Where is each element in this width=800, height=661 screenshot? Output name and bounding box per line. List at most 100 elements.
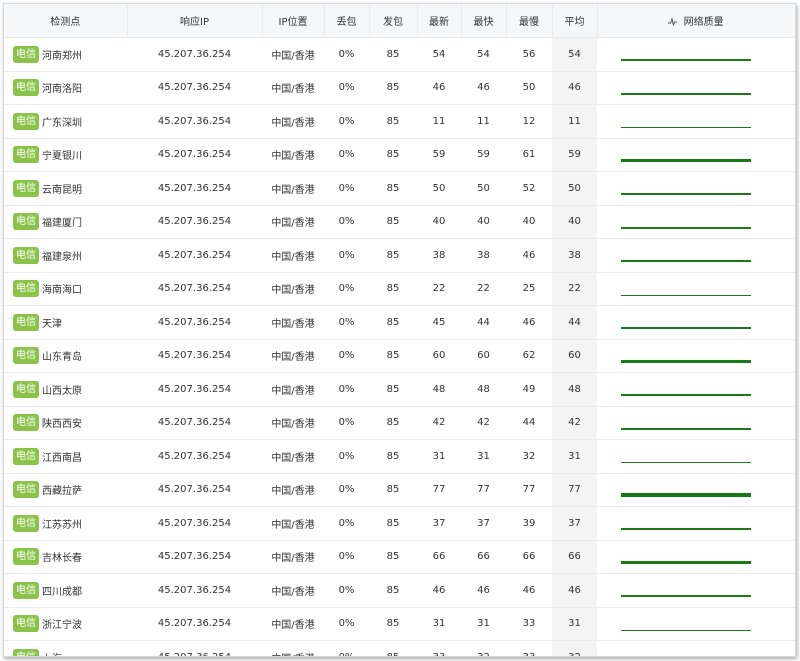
header-node[interactable]: 检测点 (4, 4, 128, 38)
node-cell: 电信 福建厦门 (4, 205, 127, 239)
node-cell: 电信 广东深圳 (4, 104, 127, 139)
header-ip-location[interactable]: IP位置 (262, 4, 325, 38)
location-name: 上海 (42, 654, 62, 656)
quality-sparkline (621, 560, 751, 564)
sent-cell: 85 (369, 439, 417, 474)
isp-badge: 电信 (13, 414, 39, 432)
average-cell: 66 (552, 540, 597, 574)
ip-cell: 45.207.36.254 (127, 372, 262, 407)
ip-location-cell: 中国/香港 (262, 439, 324, 474)
slowest-cell: 52 (506, 171, 552, 206)
quality-sparkline (621, 595, 751, 598)
table-row: 电信 四川成都 45.207.36.254 中国/香港 0% 85 46 46 46 46 (4, 573, 795, 608)
isp-badge: 电信 (13, 581, 39, 599)
slowest-cell: 33 (506, 640, 552, 656)
slowest-cell: 49 (506, 372, 552, 407)
ip-cell: 45.207.36.254 (127, 540, 262, 574)
fastest-cell: 11 (461, 104, 506, 139)
location-name: 广东深圳 (42, 117, 82, 129)
sent-cell: 85 (369, 238, 417, 273)
fastest-cell: 31 (461, 607, 506, 641)
quality-cell (597, 272, 795, 306)
latest-cell: 31 (417, 439, 461, 474)
isp-badge: 电信 (13, 447, 39, 465)
average-cell: 38 (552, 238, 597, 273)
quality-sparkline (621, 394, 751, 397)
fastest-cell: 32 (461, 640, 506, 656)
quality-sparkline (621, 359, 751, 363)
header-quality[interactable]: 网络质量 (597, 4, 795, 38)
ip-cell: 45.207.36.254 (127, 37, 262, 72)
location-name: 陕西西安 (42, 419, 82, 431)
fastest-cell: 50 (461, 171, 506, 206)
table-row: 电信 宁夏银川 45.207.36.254 中国/香港 0% 85 59 59 61 59 (4, 138, 795, 172)
quality-cell (597, 138, 795, 172)
ip-cell: 45.207.36.254 (127, 71, 262, 105)
slowest-cell: 56 (506, 37, 552, 72)
ip-location-cell: 中国/香港 (262, 104, 324, 139)
node-cell: 电信 吉林长春 (4, 540, 127, 574)
isp-badge: 电信 (13, 648, 39, 656)
ip-cell: 45.207.36.254 (127, 607, 262, 641)
isp-badge: 电信 (13, 514, 39, 532)
slowest-cell: 33 (506, 607, 552, 641)
fastest-cell: 54 (461, 37, 506, 72)
quality-sparkline (621, 294, 751, 296)
ip-location-cell: 中国/香港 (262, 607, 324, 641)
header-loss[interactable]: 丢包 (324, 4, 370, 38)
header-average[interactable]: 平均 (552, 4, 598, 38)
latest-cell: 38 (417, 238, 461, 273)
ping-results-table: 检测点 响应IP IP位置 丢包 发包 最新 最快 最慢 平均 网络质量 电信河 (4, 4, 795, 656)
loss-cell: 0% (324, 238, 369, 273)
location-name: 河南郑州 (42, 50, 82, 62)
fastest-cell: 66 (461, 540, 506, 574)
sent-cell: 85 (369, 607, 417, 641)
quality-cell (597, 506, 795, 541)
ip-location-cell: 中国/香港 (262, 305, 324, 340)
table-row: 电信 山西太原 45.207.36.254 中国/香港 0% 85 48 48 49 48 (4, 372, 795, 407)
quality-sparkline (621, 158, 751, 162)
header-sent[interactable]: 发包 (369, 4, 418, 38)
fastest-cell: 37 (461, 506, 506, 541)
average-cell: 77 (552, 473, 597, 507)
quality-cell (597, 439, 795, 474)
sent-cell: 85 (369, 71, 417, 105)
quality-cell (597, 640, 795, 656)
ip-location-cell: 中国/香港 (262, 272, 324, 306)
header-fastest[interactable]: 最快 (461, 4, 507, 38)
loss-cell: 0% (324, 540, 369, 574)
location-name: 山西太原 (42, 385, 82, 397)
table-row: 电信 西藏拉萨 45.207.36.254 中国/香港 0% 85 77 77 77 77 (4, 473, 795, 507)
average-cell: 31 (552, 607, 597, 641)
quality-sparkline (621, 193, 751, 196)
header-latest[interactable]: 最新 (417, 4, 462, 38)
average-cell: 46 (552, 573, 597, 608)
slowest-cell: 39 (506, 506, 552, 541)
location-name: 福建泉州 (42, 251, 82, 263)
quality-sparkline (621, 427, 751, 430)
location-name: 海南海口 (42, 285, 82, 297)
fastest-cell: 60 (461, 339, 506, 373)
latest-cell: 50 (417, 171, 461, 206)
ip-location-cell: 中国/香港 (262, 540, 324, 574)
latest-cell: 48 (417, 372, 461, 407)
loss-cell: 0% (324, 406, 369, 440)
location-name: 云南昆明 (42, 184, 82, 196)
table-row: 电信 吉林长春 45.207.36.254 中国/香港 0% 85 66 66 66 66 (4, 540, 795, 574)
node-cell: 电信 陕西西安 (4, 406, 127, 440)
node-cell: 电信 江苏苏州 (4, 506, 127, 541)
node-cell: 电信 天津 (4, 305, 127, 340)
isp-badge: 电信 (13, 213, 39, 231)
node-cell: 电信 云南昆明 (4, 171, 127, 206)
slowest-cell: 77 (506, 473, 552, 507)
node-cell: 电信 江西南昌 (4, 439, 127, 474)
average-cell: 37 (552, 506, 597, 541)
fastest-cell: 40 (461, 205, 506, 239)
header-slowest[interactable]: 最慢 (506, 4, 553, 38)
quality-cell (597, 71, 795, 105)
slowest-cell: 50 (506, 71, 552, 105)
quality-cell (597, 104, 795, 139)
sent-cell: 85 (369, 339, 417, 373)
sent-cell: 85 (369, 171, 417, 206)
header-ip[interactable]: 响应IP (127, 4, 263, 38)
